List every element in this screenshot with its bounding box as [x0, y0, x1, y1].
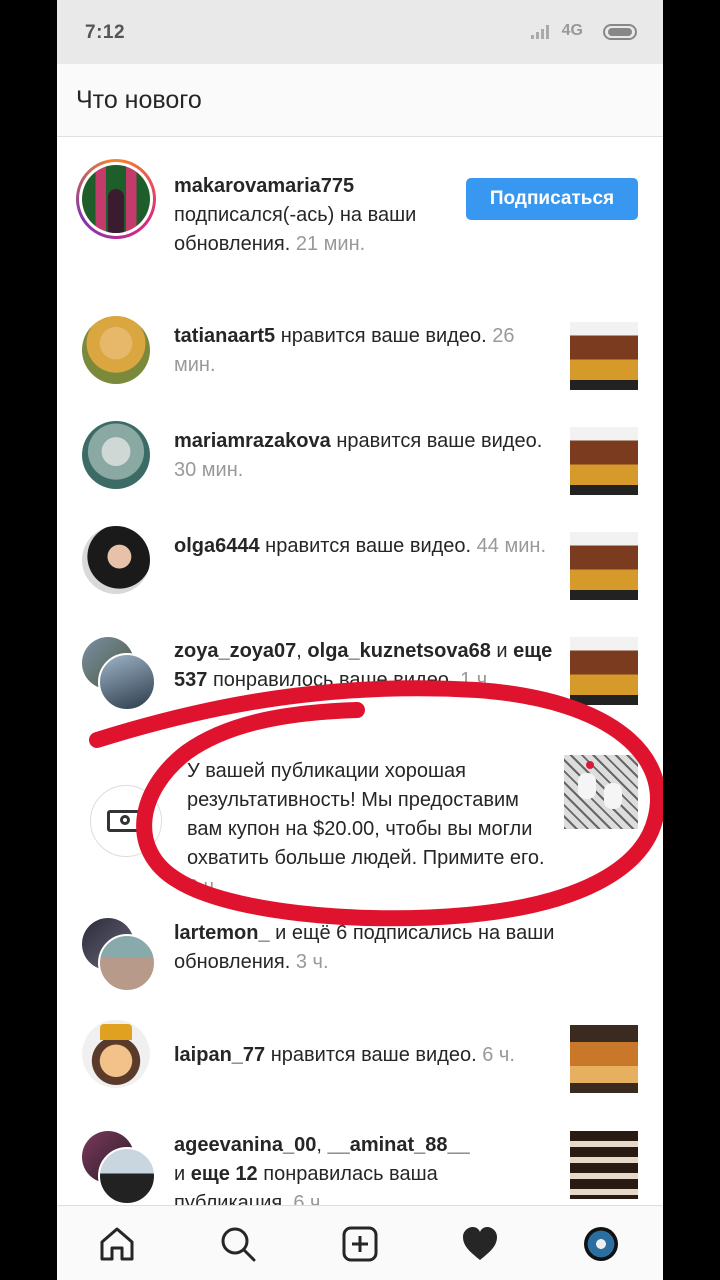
username[interactable]: __aminat_88__ [327, 1134, 469, 1156]
username[interactable]: lartemon_ [174, 922, 270, 944]
notification-text: lartemon_ и ещё 6 подписались на ваши об… [174, 922, 555, 973]
username[interactable]: olga_kuznetsova68 [307, 640, 490, 662]
username[interactable]: mariamrazakova [174, 430, 331, 452]
home-icon[interactable] [97, 1224, 137, 1264]
username[interactable]: zoya_zoya07 [174, 640, 296, 662]
activity-heart-icon[interactable] [460, 1224, 500, 1264]
avatar[interactable] [82, 316, 150, 384]
post-thumbnail[interactable] [570, 427, 638, 495]
bottom-tab-bar [57, 1205, 663, 1280]
avatar[interactable] [98, 653, 156, 711]
follow-button[interactable]: Подписаться [466, 178, 638, 220]
post-thumbnail[interactable] [570, 322, 638, 390]
avatar[interactable] [98, 934, 156, 992]
battery-icon [603, 24, 637, 40]
page-header: Что нового [57, 64, 663, 137]
post-thumbnail[interactable] [570, 532, 638, 600]
avatar[interactable] [82, 526, 150, 594]
notification-text: tatianaart5 нравится ваше видео. 26 мин. [174, 325, 515, 376]
username[interactable]: makarovamaria775 [174, 175, 354, 197]
post-thumbnail[interactable] [564, 755, 638, 829]
avatar[interactable] [98, 1147, 156, 1205]
post-thumbnail[interactable] [570, 1025, 638, 1093]
notification-text: olga6444 нравится ваше видео. 44 мин. [174, 535, 546, 557]
notification-text: mariamrazakova нравится ваше видео. 30 м… [174, 430, 543, 481]
username[interactable]: tatianaart5 [174, 325, 275, 347]
username[interactable]: laipan_77 [174, 1044, 265, 1066]
signal-icon [531, 25, 553, 39]
notification-text: У вашей публикации хорошая результативно… [187, 760, 545, 898]
post-thumbnail[interactable] [570, 637, 638, 705]
notification-text: makarovamaria775 подписался(-ась) на ваш… [174, 175, 417, 255]
promote-coupon-icon [90, 785, 162, 857]
avatar[interactable] [82, 1020, 150, 1088]
notification-text: laipan_77 нравится ваше видео. 6 ч. [174, 1044, 515, 1066]
avatar[interactable] [76, 159, 156, 239]
username[interactable]: olga6444 [174, 535, 260, 557]
add-post-icon[interactable] [340, 1224, 380, 1264]
network-type: 4G [561, 22, 583, 39]
notification-text: zoya_zoya07, olga_kuznetsova68 и еще 537… [174, 640, 553, 691]
screen: 7:12 4G Что нового makarovamaria775 подп… [57, 0, 663, 1280]
search-icon[interactable] [218, 1224, 258, 1264]
username[interactable]: ageevanina_00 [174, 1134, 316, 1156]
profile-icon[interactable] [584, 1227, 618, 1261]
post-thumbnail[interactable] [570, 1131, 638, 1199]
page-title: Что нового [76, 86, 202, 114]
status-bar: 7:12 4G [57, 0, 663, 64]
status-time: 7:12 [85, 22, 126, 43]
avatar[interactable] [82, 421, 150, 489]
